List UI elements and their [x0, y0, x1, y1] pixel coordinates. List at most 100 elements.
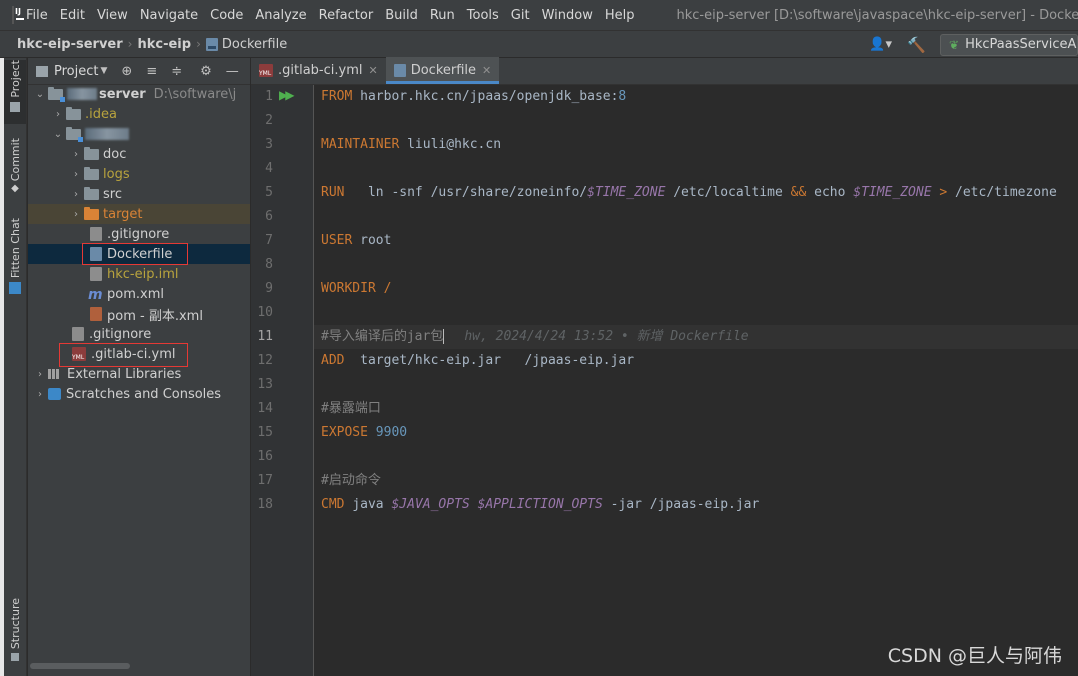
tree-item-iml[interactable]: hkc-eip.iml: [28, 264, 250, 284]
menu-help[interactable]: Help: [605, 8, 635, 23]
code-text: /: [383, 281, 392, 296]
variable: $TIME_ZONE: [587, 185, 666, 200]
close-icon[interactable]: ✕: [482, 64, 491, 77]
menu-edit[interactable]: Edit: [60, 8, 85, 23]
git-blame-annotation[interactable]: hw, 2024/4/24 13:52 • 新增 Dockerfile: [464, 329, 748, 344]
code-text: ln -snf /usr/share/zoneinfo/: [344, 185, 588, 200]
code-line-11: #导入编译后的jar包 hw, 2024/4/24 13:52 • 新增 Dock…: [314, 325, 1078, 349]
tree-item-pom[interactable]: m pom.xml: [28, 284, 250, 304]
code-text: liuli@hkc.cn: [407, 137, 502, 152]
chevron-right-icon[interactable]: ›: [68, 149, 84, 160]
chevron-right-icon[interactable]: ›: [32, 389, 48, 400]
tree-item-module[interactable]: ⌄: [28, 124, 250, 144]
dockerfile-icon: [205, 37, 218, 51]
run-icon[interactable]: ▶▶: [279, 88, 295, 102]
locate-target-icon[interactable]: ⊕: [121, 64, 132, 79]
menu-refactor[interactable]: Refactor: [319, 8, 374, 23]
menu-tools[interactable]: Tools: [467, 8, 499, 23]
dockerfile-icon: [393, 64, 406, 77]
variable: $APPLICTION_OPTS: [477, 497, 603, 512]
breadcrumb-separator-icon: ›: [196, 37, 201, 51]
structure-icon: [11, 653, 19, 662]
breadcrumb-separator-icon: ›: [127, 37, 133, 51]
project-folder-icon: [10, 101, 20, 112]
tree-item-gitignore-module[interactable]: .gitignore: [28, 224, 250, 244]
menu-view[interactable]: View: [97, 8, 128, 23]
tree-item-scratches[interactable]: › Scratches and Consoles: [28, 384, 250, 404]
minimize-icon[interactable]: —: [226, 64, 239, 79]
tree-item-doc[interactable]: › doc: [28, 144, 250, 164]
gitignore-file-icon: [72, 327, 84, 341]
horizontal-scrollbar[interactable]: [30, 663, 130, 669]
nav-toolbar: 👤▾ 🔨 ❦ HkcPaasServiceApp: [869, 31, 1078, 58]
tree-item-external-libraries[interactable]: › External Libraries: [28, 364, 250, 384]
user-dropdown-icon[interactable]: 👤▾: [869, 37, 895, 52]
gear-icon[interactable]: ⚙: [200, 64, 212, 79]
structure-tool-tab[interactable]: Structure: [4, 598, 26, 670]
tree-item-gitignore-root[interactable]: .gitignore: [28, 324, 250, 344]
code-text: java: [352, 497, 392, 512]
tree-item-root[interactable]: ⌄ server D:\software\j: [28, 84, 250, 104]
menu-navigate[interactable]: Navigate: [140, 8, 198, 23]
tree-item-label: Scratches and Consoles: [66, 386, 222, 402]
tree-item-gitlab-ci[interactable]: .gitlab-ci.yml: [28, 344, 250, 364]
editor-tabs: .gitlab-ci.yml ✕ Dockerfile ✕: [251, 57, 1078, 85]
code-text: target/hkc-eip.jar /jpaas-eip.jar: [360, 353, 635, 368]
folder-icon: [84, 166, 99, 180]
editor-gutter[interactable]: ▶▶ 1 2 3 4 5 6 7 8 9 10 11 12 13 14 15 16 17 18: [251, 85, 314, 676]
chevron-right-icon[interactable]: ›: [68, 209, 84, 220]
build-hammer-icon[interactable]: 🔨: [907, 36, 926, 54]
menu-build[interactable]: Build: [385, 8, 418, 23]
tree-item-target[interactable]: › target: [28, 204, 250, 224]
variable: $JAVA_OPTS: [391, 497, 470, 512]
breadcrumb-project[interactable]: hkc-eip-server: [17, 37, 123, 52]
menu-file[interactable]: File: [26, 8, 48, 23]
chevron-right-icon[interactable]: ›: [32, 369, 48, 380]
tree-item-label: .gitignore: [89, 326, 152, 342]
intellij-logo-icon[interactable]: [12, 6, 24, 24]
tree-item-dockerfile[interactable]: Dockerfile: [28, 244, 250, 264]
breadcrumb-file[interactable]: Dockerfile: [222, 37, 287, 52]
chevron-right-icon[interactable]: ›: [68, 189, 84, 200]
tab-gitlab-ci[interactable]: .gitlab-ci.yml ✕: [251, 57, 386, 84]
expand-all-icon[interactable]: ≡: [146, 64, 157, 79]
menu-run[interactable]: Run: [430, 8, 455, 23]
menu-git[interactable]: Git: [511, 8, 530, 23]
close-icon[interactable]: ✕: [368, 64, 377, 77]
blurred-text: [67, 88, 97, 100]
run-configuration-select[interactable]: ❦ HkcPaasServiceApp: [940, 33, 1078, 56]
tree-item-label: src: [103, 186, 122, 202]
collapse-all-icon[interactable]: ≑: [171, 64, 182, 79]
menu-code[interactable]: Code: [210, 8, 243, 23]
code-line-1: FROM harbor.hkc.cn/jpaas/openjdk_base:8: [321, 85, 626, 109]
code-line-14: #暴露端口: [321, 397, 381, 421]
code-line-17: #启动命令: [321, 469, 381, 493]
gitignore-file-icon: [90, 227, 102, 241]
menu-window[interactable]: Window: [542, 8, 593, 23]
project-view-selector[interactable]: Project: [54, 64, 98, 79]
chevron-right-icon[interactable]: ›: [50, 109, 66, 120]
code-line-3: MAINTAINER liuli@hkc.cn: [321, 133, 501, 157]
project-tool-tab[interactable]: Project: [4, 60, 26, 124]
chevron-down-icon[interactable]: ⌄: [50, 129, 66, 140]
commit-tool-tab[interactable]: Commit ◆: [4, 138, 26, 196]
fitten-chat-tool-tab[interactable]: Fitten Chat: [4, 218, 26, 298]
tree-item-pom-copy[interactable]: pom - 副本.xml: [28, 304, 250, 324]
code-area[interactable]: FROM harbor.hkc.cn/jpaas/openjdk_base:8 …: [314, 85, 1078, 676]
yml-file-icon: [259, 64, 273, 77]
tab-dockerfile[interactable]: Dockerfile ✕: [385, 57, 500, 84]
keyword: USER: [321, 233, 353, 248]
chevron-down-icon[interactable]: ▼: [100, 66, 107, 76]
tree-item-logs[interactable]: › logs: [28, 164, 250, 184]
breadcrumb-module[interactable]: hkc-eip: [137, 37, 191, 52]
folder-icon: [84, 186, 99, 200]
tree-item-idea[interactable]: › .idea: [28, 104, 250, 124]
line-number: 11: [257, 329, 273, 344]
chevron-right-icon[interactable]: ›: [68, 169, 84, 180]
chevron-down-icon[interactable]: ⌄: [32, 89, 48, 100]
iml-file-icon: [90, 267, 102, 281]
library-icon: [48, 367, 62, 381]
tree-item-src[interactable]: › src: [28, 184, 250, 204]
line-number: 7: [265, 233, 273, 248]
menu-analyze[interactable]: Analyze: [255, 8, 306, 23]
